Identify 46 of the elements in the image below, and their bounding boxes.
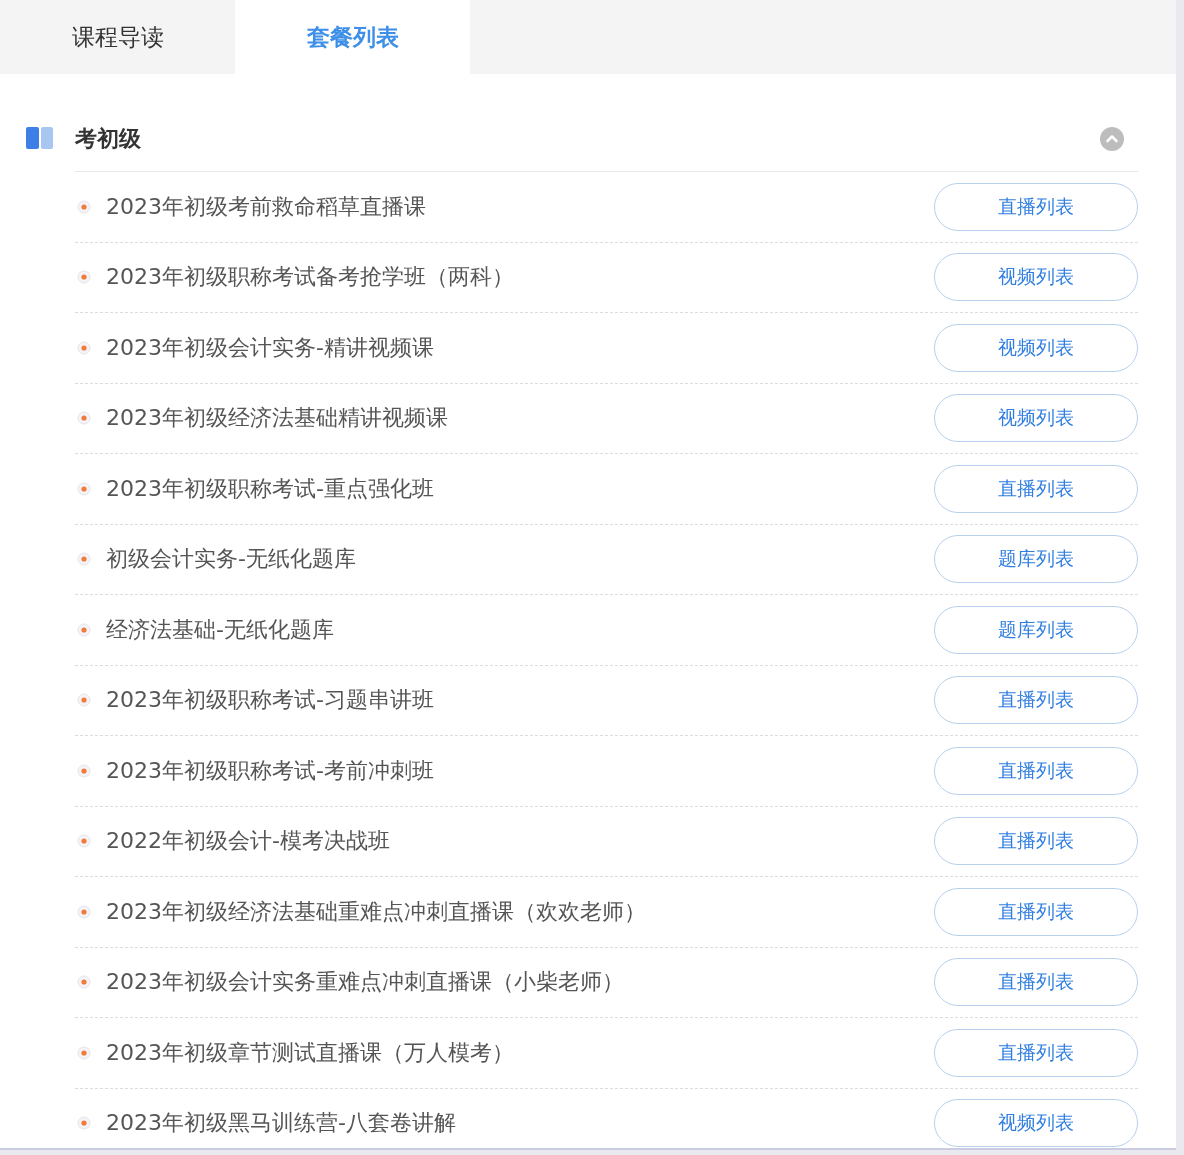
collapse-icon[interactable] [1100, 127, 1124, 151]
list-button[interactable]: 题库列表 [934, 535, 1138, 584]
course-title: 2023年初级考前救命稻草直播课 [106, 192, 427, 221]
course-title: 2023年初级会计实务-精讲视频课 [106, 333, 435, 362]
bullet-icon [77, 622, 91, 637]
course-title: 2023年初级会计实务重难点冲刺直播课（小柴老师） [106, 968, 625, 997]
section-title: 考初级 [75, 125, 142, 153]
course-title: 2023年初级职称考试-习题串讲班 [106, 686, 435, 715]
list-button[interactable]: 直播列表 [934, 1028, 1138, 1077]
course-title: 2023年初级职称考试备考抢学班（两科） [106, 263, 515, 292]
bullet-icon [77, 693, 91, 708]
course-title: 2022年初级会计-模考决战班 [106, 827, 391, 856]
list-button[interactable]: 直播列表 [934, 464, 1138, 513]
course-title: 2023年初级职称考试-考前冲刺班 [106, 756, 435, 785]
bullet-icon [77, 763, 91, 778]
list-button[interactable]: 直播列表 [934, 887, 1138, 936]
bullet-icon [77, 904, 91, 919]
bullet-icon [77, 411, 91, 426]
course-title: 2023年初级经济法基础精讲视频课 [106, 404, 449, 433]
course-title: 2023年初级经济法基础重难点冲刺直播课（欢欢老师） [106, 897, 647, 926]
bullet-icon [77, 552, 91, 567]
bullet-icon [77, 340, 91, 355]
course-title: 2023年初级章节测试直播课（万人模考） [106, 1038, 515, 1067]
bullet-icon [77, 1045, 91, 1060]
tab[interactable]: 课程导读 [0, 0, 235, 74]
tab[interactable]: 套餐列表 [235, 0, 470, 74]
list-button[interactable]: 直播列表 [934, 182, 1138, 231]
course-title: 2023年初级黑马训练营-八套卷讲解 [106, 1109, 457, 1138]
bullet-icon [77, 975, 91, 990]
list-button[interactable]: 直播列表 [934, 817, 1138, 866]
bullet-icon [77, 481, 91, 496]
bullet-icon [77, 1116, 91, 1131]
list-button[interactable]: 视频列表 [934, 394, 1138, 443]
list-button[interactable]: 直播列表 [934, 958, 1138, 1007]
course-title: 初级会计实务-无纸化题库 [106, 545, 357, 574]
course-title: 经济法基础-无纸化题库 [106, 615, 335, 644]
list-button[interactable]: 直播列表 [934, 676, 1138, 725]
bullet-icon [77, 834, 91, 849]
bullet-icon [77, 270, 91, 285]
list-button[interactable]: 视频列表 [934, 1099, 1138, 1148]
list-button[interactable]: 直播列表 [934, 746, 1138, 795]
bullet-icon [77, 199, 91, 214]
list-button[interactable]: 视频列表 [934, 323, 1138, 372]
list-button[interactable]: 题库列表 [934, 605, 1138, 654]
list-button[interactable]: 视频列表 [934, 253, 1138, 302]
course-title: 2023年初级职称考试-重点强化班 [106, 474, 435, 503]
